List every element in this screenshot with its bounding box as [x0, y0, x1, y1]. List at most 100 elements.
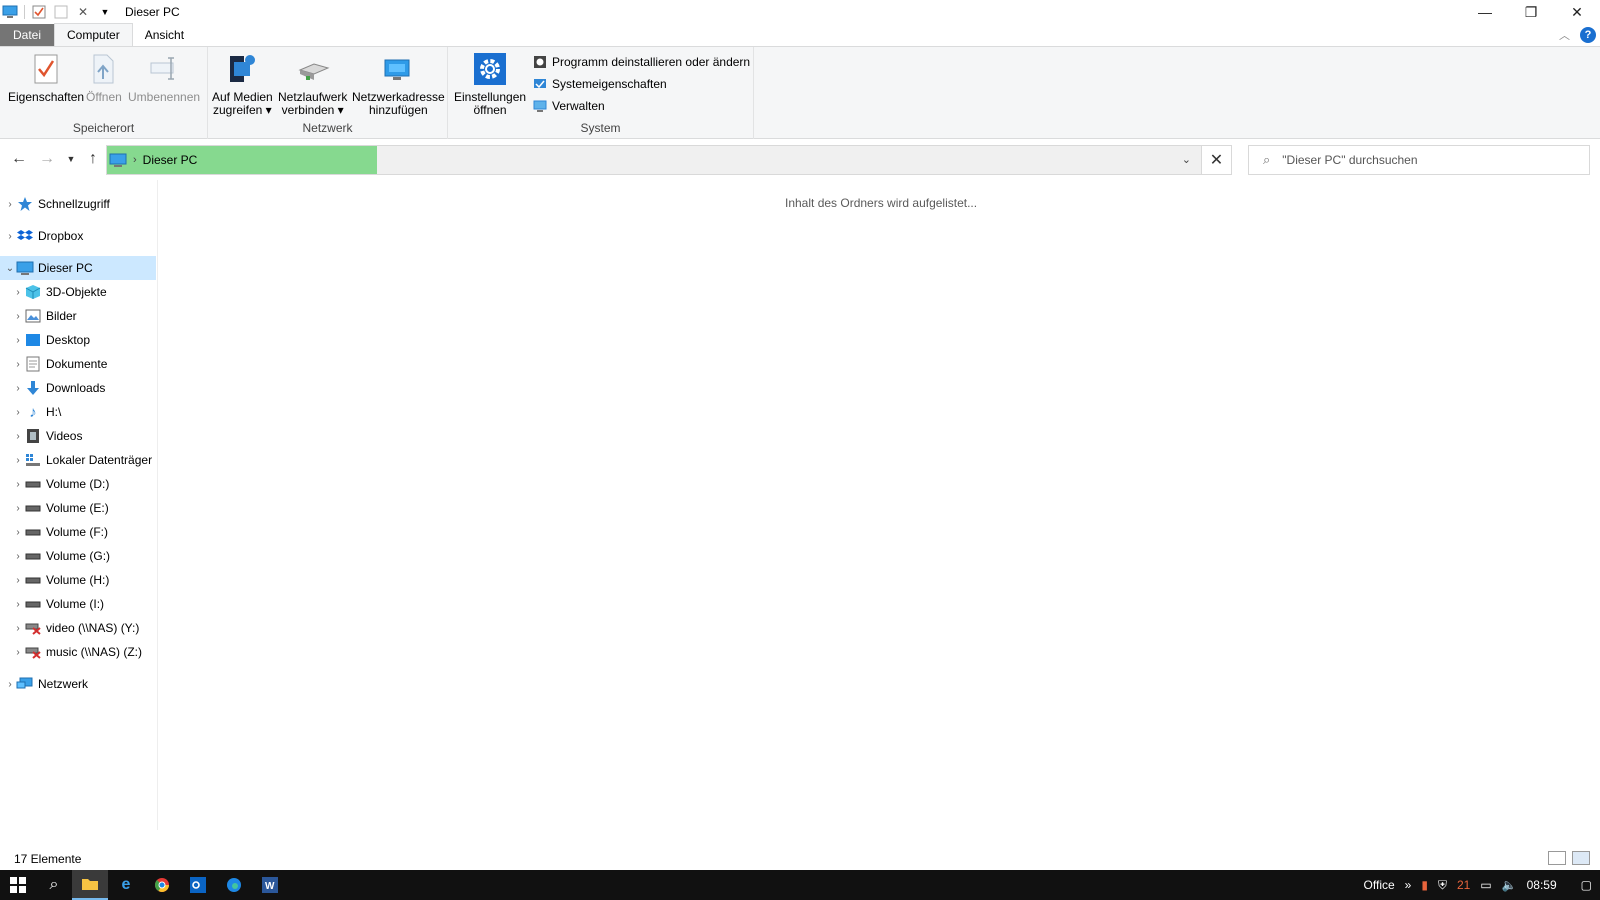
back-arrow-icon[interactable]: ← — [10, 150, 28, 168]
breadcrumb-chevron-icon[interactable]: › — [133, 154, 137, 166]
network-status-icon[interactable]: ▭ — [1480, 878, 1491, 892]
new-folder-icon[interactable] — [53, 4, 69, 20]
tree-item-label: Desktop — [46, 333, 91, 347]
expand-chevron-icon[interactable]: › — [12, 311, 24, 322]
tab-ansicht[interactable]: Ansicht — [133, 24, 196, 46]
internet-explorer-icon[interactable]: e — [108, 870, 144, 900]
tray-overflow-chevron-icon[interactable]: » — [1405, 878, 1412, 892]
tree-item-lokaler-datentraeger[interactable]: › Lokaler Datenträger — [12, 448, 152, 472]
expand-chevron-icon[interactable]: › — [4, 679, 16, 690]
tree-item-schnellzugriff[interactable]: › Schnellzugriff — [4, 192, 110, 216]
breadcrumb[interactable]: › Dieser PC — [107, 146, 377, 174]
collapse-ribbon-icon[interactable]: ︿ — [1559, 27, 1570, 43]
expand-chevron-icon[interactable]: › — [12, 599, 24, 610]
open-button[interactable]: Öffnen — [86, 51, 122, 104]
expand-chevron-icon[interactable]: › — [4, 231, 16, 242]
action-center-icon[interactable]: ▢ — [1581, 878, 1592, 892]
up-arrow-icon[interactable]: ↑ — [84, 150, 102, 168]
map-network-drive-button[interactable]: Netzlaufwerk verbinden ▾ — [278, 51, 347, 117]
large-icons-view-icon[interactable] — [1572, 851, 1590, 865]
expand-chevron-icon[interactable]: › — [12, 359, 24, 370]
expand-chevron-icon[interactable]: › — [12, 479, 24, 490]
rename-button[interactable]: Umbenennen — [128, 51, 200, 104]
add-network-location-button[interactable]: Netzwerkadresse hinzufügen — [352, 51, 445, 117]
tree-item-dokumente[interactable]: › Dokumente — [12, 352, 107, 376]
manage-button[interactable]: Verwalten — [532, 97, 605, 115]
tree-item-bilder[interactable]: › Bilder — [12, 304, 76, 328]
tree-item-3d-objekte[interactable]: › 3D-Objekte — [12, 280, 107, 304]
forward-arrow-icon[interactable]: → — [38, 150, 56, 168]
expand-chevron-icon[interactable]: › — [12, 383, 24, 394]
tree-item-volume-e[interactable]: › Volume (E:) — [12, 496, 108, 520]
tree-item-netzwerk[interactable]: › Netzwerk — [4, 672, 88, 696]
volume-icon[interactable]: 🔈 — [1502, 878, 1517, 892]
computer-icon[interactable] — [2, 4, 18, 20]
minimize-button[interactable]: — — [1462, 0, 1508, 24]
expand-chevron-icon[interactable]: › — [12, 647, 24, 658]
help-icon[interactable]: ? — [1580, 27, 1596, 43]
expand-chevron-icon[interactable]: › — [4, 199, 16, 210]
recent-locations-chevron-icon[interactable]: ▼ — [62, 150, 80, 168]
tree-item-volume-i[interactable]: › Volume (I:) — [12, 592, 104, 616]
expand-chevron-icon[interactable]: › — [12, 623, 24, 634]
search-placeholder[interactable]: "Dieser PC" durchsuchen — [1282, 153, 1417, 167]
tree-item-volume-d[interactable]: › Volume (D:) — [12, 472, 109, 496]
windows-start-icon[interactable] — [0, 870, 36, 900]
expand-chevron-icon[interactable]: › — [12, 503, 24, 514]
tree-item-label: Volume (H:) — [46, 573, 110, 587]
tree-item-volume-h[interactable]: › Volume (H:) — [12, 568, 109, 592]
uninstall-program-button[interactable]: Programm deinstallieren oder ändern — [532, 53, 750, 71]
expand-chevron-icon[interactable]: › — [12, 335, 24, 346]
open-settings-button[interactable]: Einstellungen öffnen — [454, 51, 526, 117]
properties-button[interactable]: Eigenschaften — [8, 51, 84, 104]
tree-item-volume-g[interactable]: › Volume (G:) — [12, 544, 110, 568]
collapse-chevron-icon[interactable]: ⌄ — [4, 263, 16, 274]
clear-address-icon[interactable]: ✕ — [1201, 146, 1231, 174]
breadcrumb-item[interactable]: Dieser PC — [143, 153, 198, 167]
defender-shield-icon[interactable]: ⛨ — [1438, 878, 1447, 893]
expand-chevron-icon[interactable]: › — [12, 431, 24, 442]
tab-datei[interactable]: Datei — [0, 24, 55, 46]
tray-badge[interactable]: 21 — [1457, 878, 1470, 892]
media-access-button[interactable]: Auf Medien zugreifen ▾ — [212, 51, 273, 117]
tray-app-icon[interactable]: ▮ — [1421, 878, 1428, 892]
expand-chevron-icon[interactable]: › — [12, 527, 24, 538]
expand-chevron-icon[interactable]: › — [12, 407, 24, 418]
word-icon[interactable]: W — [252, 870, 288, 900]
navigation-bar: ← → ▼ ↑ › Dieser PC ⌄ ✕ ⌕ "Dieser PC" du… — [0, 140, 1600, 180]
tree-item-music-nas[interactable]: › music (\\NAS) (Z:) — [12, 640, 142, 664]
properties-icon[interactable] — [31, 4, 47, 20]
outlook-icon[interactable] — [180, 870, 216, 900]
edge-icon[interactable] — [216, 870, 252, 900]
tree-item-downloads[interactable]: › Downloads — [12, 376, 105, 400]
tree-item-volume-f[interactable]: › Volume (F:) — [12, 520, 108, 544]
tree-item-video-nas[interactable]: › video (\\NAS) (Y:) — [12, 616, 139, 640]
close-button[interactable]: ✕ — [1554, 0, 1600, 24]
expand-chevron-icon[interactable]: › — [12, 551, 24, 562]
tree-item-videos[interactable]: › Videos — [12, 424, 82, 448]
tray-office-label[interactable]: Office — [1364, 878, 1395, 892]
address-history-chevron-icon[interactable]: ⌄ — [1182, 153, 1191, 166]
tree-item-h-drive[interactable]: › ♪ H:\ — [12, 400, 61, 424]
expand-chevron-icon[interactable]: › — [12, 287, 24, 298]
search-box[interactable]: ⌕ "Dieser PC" durchsuchen — [1248, 145, 1590, 175]
chrome-icon[interactable] — [144, 870, 180, 900]
tree-item-dropbox[interactable]: › Dropbox — [4, 224, 83, 248]
documents-icon — [24, 355, 42, 373]
tree-item-desktop[interactable]: › Desktop — [12, 328, 90, 352]
restore-button[interactable]: ❐ — [1508, 0, 1554, 24]
clock[interactable]: 08:59 — [1527, 878, 1557, 892]
tree-item-dieser-pc[interactable]: ⌄ Dieser PC — [0, 256, 156, 280]
expand-chevron-icon[interactable]: › — [12, 575, 24, 586]
system-properties-button[interactable]: Systemeigenschaften — [532, 75, 667, 93]
expand-chevron-icon[interactable]: › — [12, 455, 24, 466]
chevron-down-icon[interactable]: ▼ — [97, 4, 113, 20]
file-explorer-taskbar-icon[interactable] — [72, 870, 108, 900]
address-bar[interactable]: › Dieser PC ⌄ ✕ — [106, 145, 1232, 175]
pictures-icon — [24, 307, 42, 325]
settings-gear-icon — [473, 51, 507, 87]
details-view-icon[interactable] — [1548, 851, 1566, 865]
delete-icon[interactable]: ✕ — [75, 4, 91, 20]
search-icon[interactable]: ⌕ — [36, 870, 72, 900]
tab-computer[interactable]: Computer — [54, 23, 133, 46]
